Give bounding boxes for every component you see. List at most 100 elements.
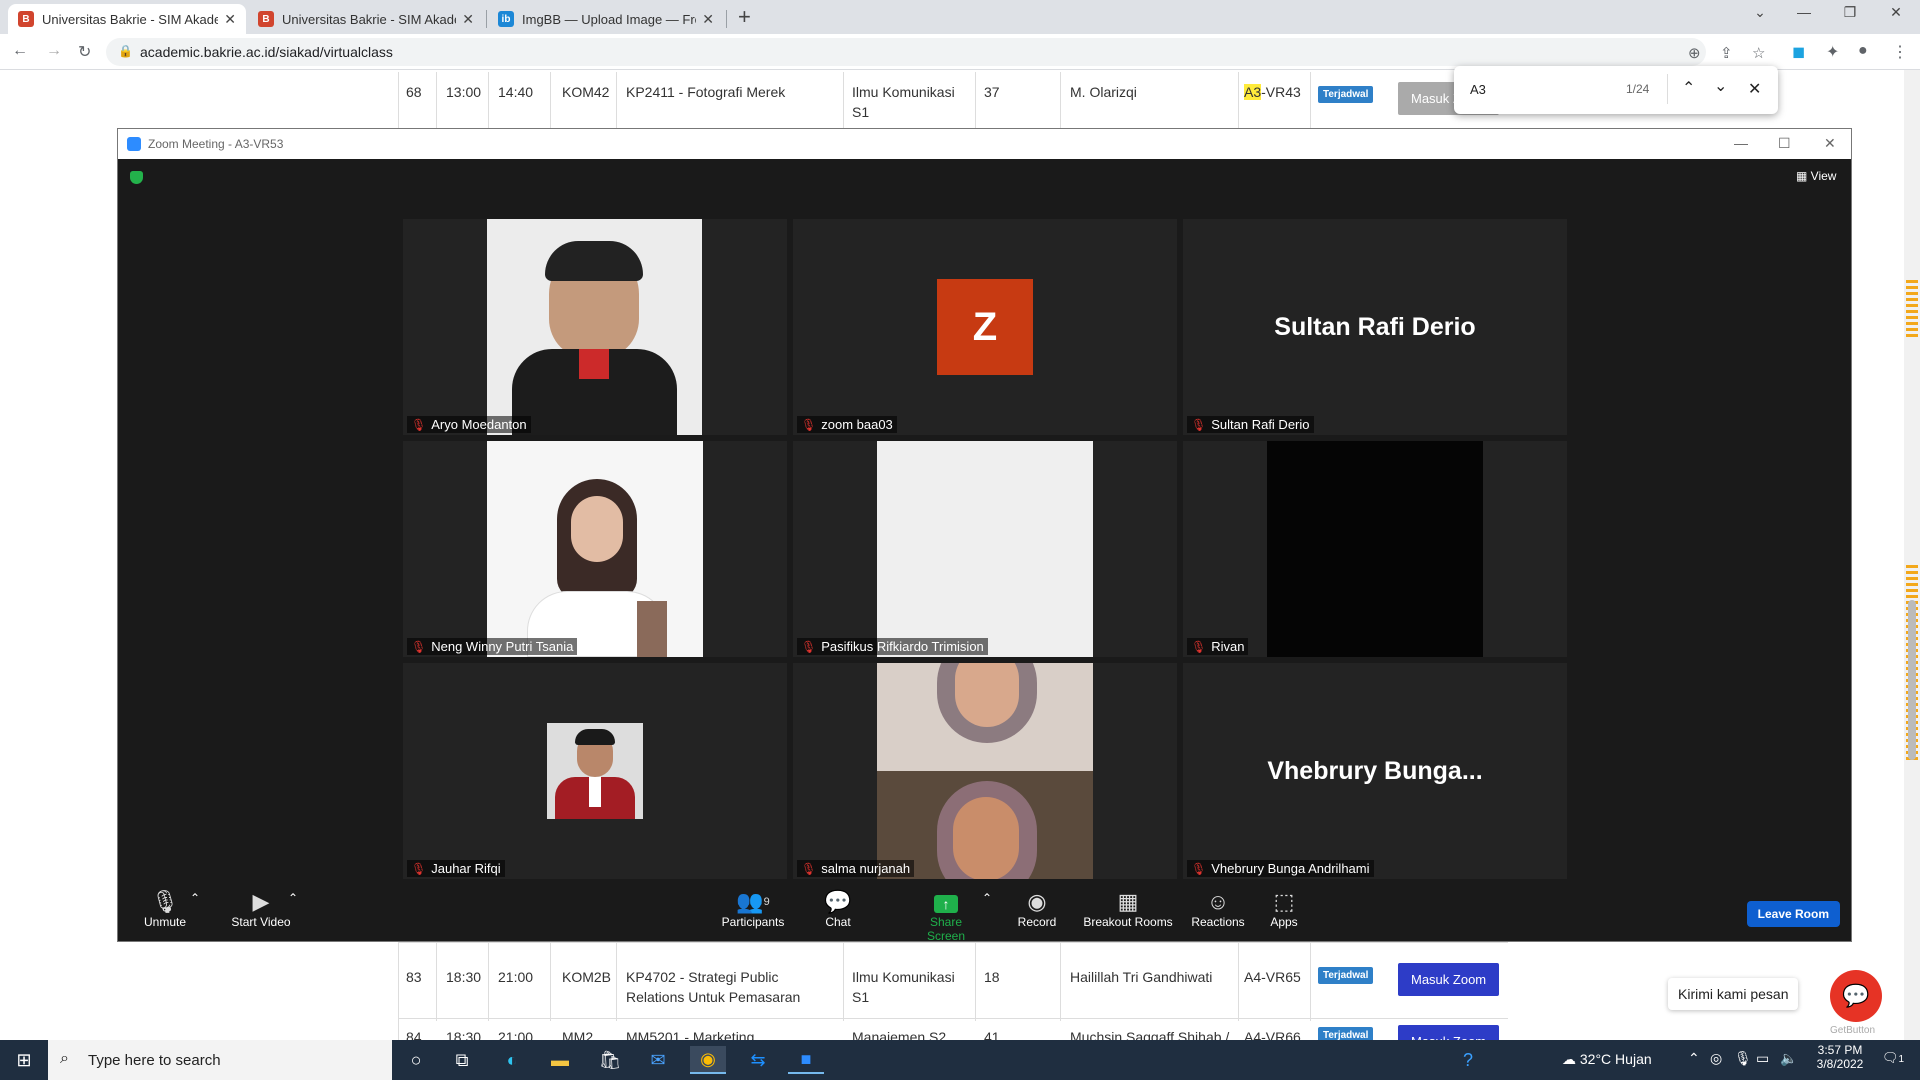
clock[interactable]: 3:57 PM 3/8/2022 — [1808, 1043, 1872, 1071]
cortana-icon[interactable]: ○ — [398, 1046, 434, 1074]
zoom-minimize-icon[interactable]: — — [1734, 135, 1748, 151]
page-scrollbar[interactable] — [1904, 70, 1920, 1040]
start-time: 18:30 — [446, 969, 482, 985]
find-input[interactable]: A3 — [1470, 82, 1486, 97]
bookmark-star-icon[interactable]: ☆ — [1752, 44, 1765, 62]
participant-name-label: 🎙︎ Vhebrury Bunga Andrilhami — [1187, 860, 1374, 877]
close-tab-icon[interactable]: ✕ — [224, 11, 236, 28]
find-next-icon[interactable]: ⌄ — [1714, 76, 1727, 96]
start-time: 18:30 — [446, 1029, 482, 1040]
grid-icon: ▦ — [1796, 169, 1811, 183]
program: Ilmu Komunikasi S1 — [852, 84, 955, 120]
profile-avatar-icon[interactable]: ● — [1858, 42, 1868, 60]
participant-tile[interactable]: Z 🎙︎ zoom baa03 — [793, 219, 1177, 435]
participant-tile[interactable]: 🎙︎ Neng Winny Putri Tsania — [403, 441, 787, 657]
video-options-chevron-icon[interactable]: ⌃ — [288, 891, 298, 905]
chrome-icon[interactable]: ◉ — [690, 1046, 726, 1074]
video-off-icon: ▶︎ — [252, 889, 270, 914]
participant-tile[interactable]: Vhebrury Bunga... 🎙︎ Vhebrury Bunga Andri… — [1183, 663, 1567, 879]
close-tab-icon[interactable]: ✕ — [462, 11, 474, 28]
reactions-button[interactable]: ☺ Reactions — [1190, 889, 1246, 929]
close-window-icon[interactable]: ✕ — [1876, 4, 1916, 21]
chat-icon: 💬 — [824, 889, 852, 914]
masuk-zoom-button[interactable]: Masuk Zoom — [1398, 963, 1500, 996]
restore-icon[interactable]: ❐ — [1830, 4, 1870, 21]
participant-tile[interactable]: 🎙︎ Rivan — [1183, 441, 1567, 657]
unmute-button[interactable]: 🎙︎ Unmute — [140, 889, 190, 929]
new-tab-button[interactable]: + — [738, 4, 751, 30]
close-tab-icon[interactable]: ✕ — [702, 11, 714, 28]
share-icon[interactable]: ⇪ — [1720, 44, 1733, 62]
windows-start-icon[interactable]: ⊞ — [6, 1046, 42, 1074]
minimize-icon[interactable]: — — [1784, 4, 1824, 20]
zoom-page-icon[interactable]: ⊕ — [1688, 44, 1701, 62]
back-icon[interactable]: ← — [12, 42, 28, 60]
lecturer: M. Olarizqi — [1070, 84, 1137, 100]
encryption-shield-icon[interactable] — [130, 171, 143, 184]
address-bar[interactable]: 🔒 academic.bakrie.ac.id/siakad/virtualcl… — [106, 38, 1765, 66]
microphone-icon[interactable]: 🎙︎ — [1734, 1050, 1752, 1067]
browser-tab-3[interactable]: ib ImgBB — Upload Image — Free Image Hos… — [488, 4, 724, 34]
taskbar-search-box[interactable]: ⌕ Type here to search — [48, 1040, 392, 1080]
share-screen-button[interactable]: ↑ Share Screen — [910, 889, 982, 943]
audio-options-chevron-icon[interactable]: ⌃ — [190, 891, 200, 905]
zoom-gallery: ▦ View 🎙︎ Aryo Moedanton Z 🎙︎ zoom baa03 S… — [118, 159, 1851, 915]
participants-button[interactable]: 👥9 Participants — [720, 889, 786, 929]
zoom-taskbar-icon[interactable]: ■ — [788, 1046, 824, 1074]
extension-icon[interactable]: ◼ — [1792, 42, 1805, 62]
zoom-window-title: Zoom Meeting - A3-VR53 — [148, 137, 284, 151]
participant-tile[interactable]: 🎙︎ Jauhar Rifqi — [403, 663, 787, 879]
file-explorer-icon[interactable]: ▬ — [542, 1046, 578, 1074]
find-previous-icon[interactable]: ⌃ — [1682, 78, 1695, 98]
apps-button[interactable]: ⬚ Apps — [1266, 889, 1302, 929]
record-button[interactable]: ◉ Record — [1014, 889, 1060, 929]
leave-room-button[interactable]: Leave Room — [1746, 901, 1840, 927]
zoom-close-icon[interactable]: ✕ — [1824, 135, 1836, 152]
forward-icon[interactable]: → — [46, 42, 62, 60]
imgbb-favicon-icon: ib — [498, 11, 514, 27]
mail-icon[interactable]: ✉ — [640, 1046, 676, 1074]
teamviewer-icon[interactable]: ⇆ — [740, 1046, 776, 1074]
masuk-zoom-button[interactable]: Masuk Zoom — [1398, 1025, 1500, 1040]
task-view-icon[interactable]: ⧉ — [444, 1046, 480, 1074]
start-video-button[interactable]: ▶︎ Start Video — [224, 889, 298, 929]
class-code: KOM42 — [562, 84, 610, 100]
volume-icon[interactable]: 🔈 — [1780, 1050, 1797, 1067]
scrollbar-thumb[interactable] — [1908, 600, 1916, 760]
search-icon: ⌕ — [60, 1050, 69, 1067]
extensions-puzzle-icon[interactable]: ✦ — [1826, 42, 1839, 62]
zoom-meeting-window: Zoom Meeting - A3-VR53 — ☐ ✕ ▦ View 🎙︎ Ar… — [117, 128, 1852, 943]
chrome-menu-icon[interactable]: ⋮ — [1892, 42, 1908, 62]
zoom-maximize-icon[interactable]: ☐ — [1778, 135, 1791, 152]
browser-tab-1[interactable]: B Universitas Bakrie - SIM Akademik ✕ — [8, 4, 246, 34]
help-icon[interactable]: ? — [1450, 1046, 1486, 1074]
edge-icon[interactable]: ◐ — [494, 1046, 530, 1074]
tray-app-icon[interactable]: ◎ — [1710, 1050, 1722, 1067]
lock-icon: 🔒 — [118, 44, 133, 58]
network-icon[interactable]: ▭ — [1756, 1050, 1769, 1067]
store-icon[interactable]: 🛍 — [592, 1046, 628, 1074]
tab-search-icon[interactable]: ⌄ — [1740, 4, 1780, 21]
weather-widget[interactable]: ☁ 32°C Hujan — [1562, 1051, 1652, 1068]
status-badge: Terjadwal — [1318, 86, 1374, 103]
chat-widget-tooltip[interactable]: Kirimi kami pesan — [1668, 978, 1799, 1010]
tray-chevron-icon[interactable]: ⌃ — [1688, 1050, 1700, 1067]
browser-tab-2[interactable]: B Universitas Bakrie - SIM Akademik ✕ — [248, 4, 484, 34]
breakout-rooms-button[interactable]: ▦ Breakout Rooms — [1082, 889, 1174, 929]
participant-tile[interactable]: Sultan Rafi Derio 🎙︎ Sultan Rafi Derio — [1183, 219, 1567, 435]
program: Ilmu Komunikasi S1 — [852, 969, 955, 1005]
notification-center-icon[interactable]: 🗨1 — [1882, 1050, 1904, 1066]
find-close-icon[interactable]: ✕ — [1748, 79, 1761, 99]
zoom-logo-icon — [127, 137, 141, 151]
chat-widget-button[interactable]: 💬 — [1830, 970, 1882, 1022]
muted-mic-icon: 🎙︎ — [1191, 417, 1207, 432]
participant-tile[interactable]: 🎙︎ Aryo Moedanton — [403, 219, 787, 435]
share-options-chevron-icon[interactable]: ⌃ — [982, 891, 992, 905]
view-button[interactable]: ▦ View — [1796, 169, 1836, 183]
chat-button[interactable]: 💬 Chat — [818, 889, 858, 929]
reload-icon[interactable]: ↻ — [78, 42, 91, 62]
participant-tile[interactable]: 🎙︎ salma nurjanah — [793, 663, 1177, 879]
participant-tile[interactable]: 🎙︎ Pasifikus Rifkiardo Trimision — [793, 441, 1177, 657]
muted-mic-icon: 🎙︎ — [411, 639, 427, 654]
participants-icon: 👥9 — [736, 889, 770, 914]
